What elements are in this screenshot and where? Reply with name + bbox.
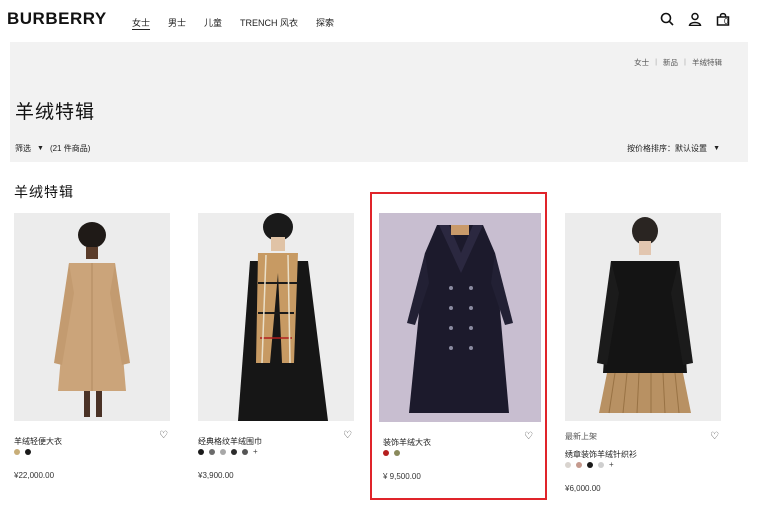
item-count: (21 件商品) xyxy=(49,144,91,153)
swatch-black[interactable] xyxy=(198,449,204,455)
account-icon[interactable] xyxy=(688,12,702,26)
new-arrival-tag: 最新上架 xyxy=(565,432,597,441)
heart-icon[interactable]: ♡ xyxy=(710,431,719,442)
product-name[interactable]: 经典格纹羊绒围巾 xyxy=(198,437,262,446)
nav-children[interactable]: 儿童 xyxy=(204,16,222,29)
nav-men[interactable]: 男士 xyxy=(168,16,186,29)
swatch-light-grey[interactable] xyxy=(598,462,604,468)
product-name-row: 经典格纹羊绒围巾 ♡ xyxy=(198,430,354,446)
swatch-cream[interactable] xyxy=(565,462,571,468)
swatch-charcoal[interactable] xyxy=(231,449,237,455)
cart-count: 0 xyxy=(724,17,729,26)
filter-label: 筛选 xyxy=(15,144,31,153)
breadcrumb-separator: | xyxy=(684,57,686,66)
heart-icon[interactable]: ♡ xyxy=(343,430,352,441)
sort-label: 按价格排序：默认设置 xyxy=(627,144,708,153)
product-price: ¥22,000.00 xyxy=(14,471,55,480)
more-colors-icon[interactable]: + xyxy=(253,448,258,456)
category-hero: 女士 | 新品 | 羊绒特辑 羊绒特辑 筛选 ▼ (21 件商品) 按价格排序：… xyxy=(10,42,748,162)
highlight-box xyxy=(370,192,547,500)
product-name-row: 绣章装饰羊绒针织衫 ♡ xyxy=(565,431,721,459)
swatch-black[interactable] xyxy=(587,462,593,468)
swatch-dark-grey[interactable] xyxy=(242,449,248,455)
main-nav: 女士 男士 儿童 TRENCH 风衣 探索 xyxy=(132,16,334,29)
search-icon[interactable] xyxy=(660,12,674,26)
color-swatches xyxy=(14,447,170,457)
product-card[interactable]: 羊绒轻便大衣 ♡ ¥22,000.00 xyxy=(14,213,170,480)
swatch-pink[interactable] xyxy=(576,462,582,468)
site-header: BURBERRY 女士 男士 儿童 TRENCH 风衣 探索 0 xyxy=(0,0,760,42)
product-price: ¥6,000.00 xyxy=(565,484,601,493)
breadcrumb-separator: | xyxy=(655,57,658,66)
breadcrumb-new[interactable]: 新品 xyxy=(663,57,678,68)
color-swatches: + xyxy=(565,460,721,470)
nav-explore[interactable]: 探索 xyxy=(316,16,334,29)
breadcrumb-current: 羊绒特辑 xyxy=(692,58,722,67)
filter-button[interactable]: 筛选 ▼ (21 件商品) xyxy=(15,143,90,154)
more-colors-icon[interactable]: + xyxy=(609,461,614,469)
nav-women[interactable]: 女士 xyxy=(132,16,150,29)
swatch-light-grey[interactable] xyxy=(220,449,226,455)
breadcrumb: 女士 | 新品 | 羊绒特辑 xyxy=(634,57,722,68)
product-card[interactable]: 最新上架 绣章装饰羊绒针织衫 ♡ + ¥6,000.00 xyxy=(565,213,721,493)
product-image[interactable] xyxy=(14,213,170,421)
brand-logo[interactable]: BURBERRY xyxy=(7,9,107,29)
chevron-down-icon: ▼ xyxy=(713,145,720,152)
swatch-camel[interactable] xyxy=(14,449,20,455)
swatch-black[interactable] xyxy=(25,449,31,455)
product-name-row: 羊绒轻便大衣 ♡ xyxy=(14,430,170,446)
product-image[interactable] xyxy=(198,213,354,421)
product-price: ¥3,900.00 xyxy=(198,471,234,480)
product-name[interactable]: 绣章装饰羊绒针织衫 xyxy=(565,450,637,459)
product-image[interactable] xyxy=(565,213,721,421)
header-actions xyxy=(660,12,730,26)
nav-trench[interactable]: TRENCH 风衣 xyxy=(240,16,298,29)
page-title: 羊绒特辑 xyxy=(15,102,96,123)
heart-icon[interactable]: ♡ xyxy=(159,430,168,441)
chevron-down-icon: ▼ xyxy=(37,145,44,152)
product-card[interactable]: 经典格纹羊绒围巾 ♡ + ¥3,900.00 xyxy=(198,213,354,480)
swatch-grey[interactable] xyxy=(209,449,215,455)
product-name[interactable]: 羊绒轻便大衣 xyxy=(14,437,62,446)
breadcrumb-women[interactable]: 女士 xyxy=(634,57,649,68)
section-title: 羊绒特辑 xyxy=(14,184,74,200)
sort-dropdown[interactable]: 按价格排序：默认设置 ▼ xyxy=(627,143,720,154)
color-swatches: + xyxy=(198,447,354,457)
